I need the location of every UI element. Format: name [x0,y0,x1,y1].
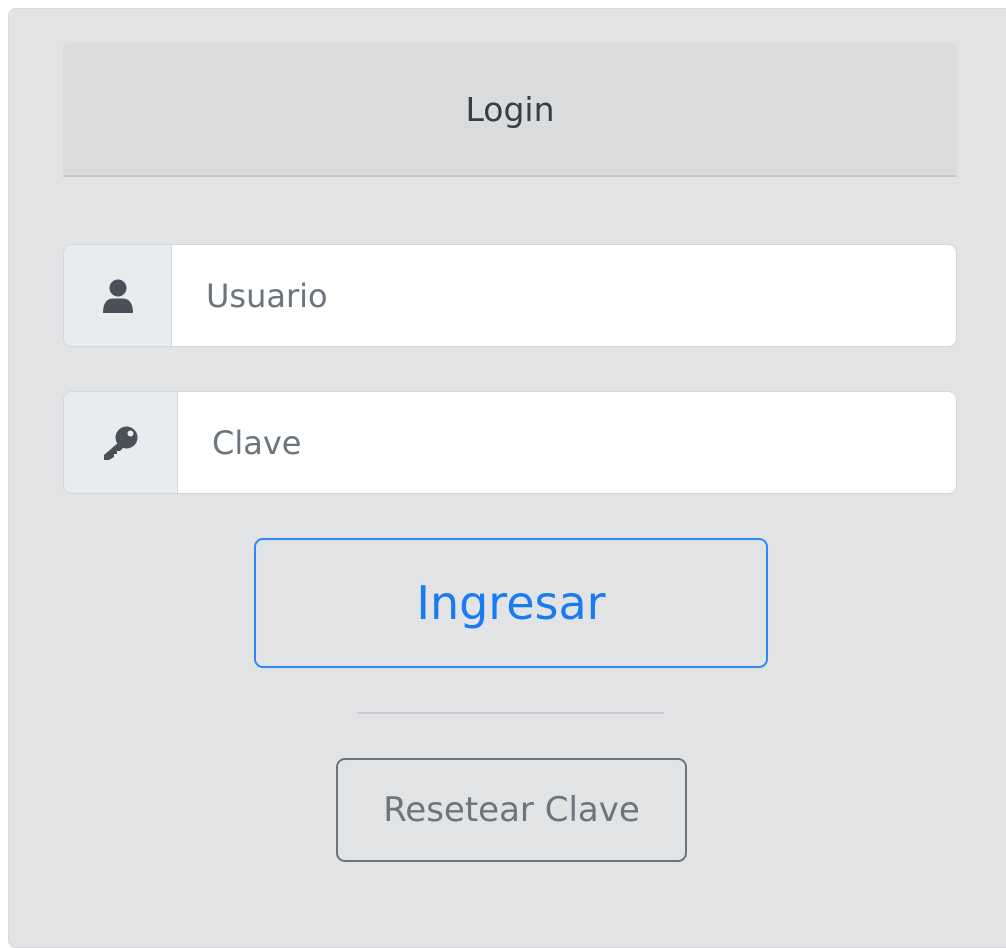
user-icon [102,279,134,313]
login-button[interactable]: Ingresar [254,538,768,668]
password-input[interactable] [178,392,956,493]
divider [357,712,664,714]
username-input-group [63,244,957,347]
username-prepend [64,245,172,346]
reset-password-button[interactable]: Resetear Clave [336,758,687,862]
key-icon [103,425,139,461]
password-prepend [64,392,178,493]
password-input-group [63,391,957,494]
card-title: Login [465,89,555,129]
card-header: Login [63,43,957,177]
username-input[interactable] [172,245,956,346]
